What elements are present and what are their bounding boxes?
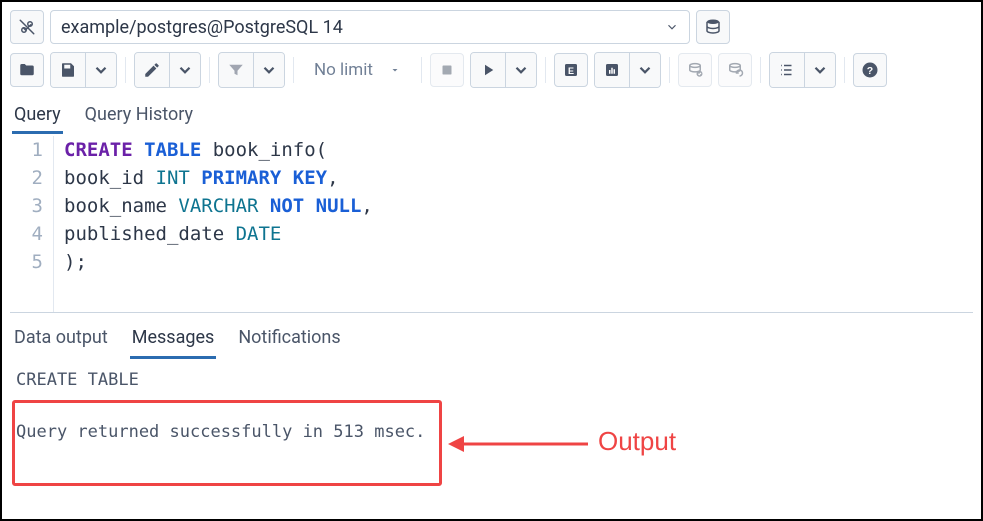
svg-text:E: E bbox=[568, 66, 574, 76]
disconnect-icon[interactable] bbox=[10, 10, 44, 44]
macro-dropdown[interactable] bbox=[804, 53, 835, 87]
run-button[interactable] bbox=[471, 53, 505, 87]
annotation-label: Output bbox=[598, 426, 676, 457]
tab-query[interactable]: Query bbox=[12, 98, 63, 134]
tab-data-output[interactable]: Data output bbox=[12, 323, 110, 359]
edit-group bbox=[134, 52, 201, 88]
save-group bbox=[50, 52, 117, 88]
connection-bar: example/postgres@PostgreSQL 14 bbox=[10, 10, 973, 44]
run-group bbox=[470, 52, 537, 88]
edit-dropdown[interactable] bbox=[169, 53, 200, 87]
analyze-dropdown[interactable] bbox=[629, 53, 660, 87]
output-tabs: Data output Messages Notifications bbox=[10, 312, 973, 359]
tab-messages[interactable]: Messages bbox=[130, 323, 217, 359]
messages-output: CREATE TABLE Query returned successfully… bbox=[10, 359, 973, 453]
line-gutter: 1 2 3 4 5 bbox=[10, 136, 54, 312]
explain-button[interactable]: E bbox=[554, 53, 588, 87]
limit-label: No limit bbox=[314, 60, 373, 80]
code-area[interactable]: CREATE TABLE book_info(book_id INT PRIMA… bbox=[54, 136, 373, 312]
toolbar: No limit E bbox=[10, 52, 973, 88]
stop-button[interactable] bbox=[430, 53, 464, 87]
tab-query-history[interactable]: Query History bbox=[83, 98, 195, 134]
analyze-group bbox=[594, 52, 661, 88]
limit-select[interactable]: No limit bbox=[302, 53, 413, 87]
analyze-button[interactable] bbox=[595, 53, 629, 87]
tab-notifications[interactable]: Notifications bbox=[236, 323, 342, 359]
save-button[interactable] bbox=[51, 53, 85, 87]
database-icon[interactable] bbox=[696, 10, 730, 44]
run-dropdown[interactable] bbox=[505, 53, 536, 87]
svg-text:?: ? bbox=[867, 65, 873, 77]
help-button[interactable]: ? bbox=[853, 53, 887, 87]
open-file-button[interactable] bbox=[10, 53, 44, 87]
commit-button[interactable] bbox=[678, 53, 712, 87]
filter-group bbox=[218, 52, 285, 88]
macro-button[interactable] bbox=[770, 53, 804, 87]
sql-editor[interactable]: 1 2 3 4 5 CREATE TABLE book_info(book_id… bbox=[10, 136, 973, 312]
edit-button[interactable] bbox=[135, 53, 169, 87]
connection-select[interactable]: example/postgres@PostgreSQL 14 bbox=[50, 10, 690, 44]
caret-down-icon bbox=[389, 64, 401, 76]
chevron-down-icon bbox=[665, 20, 679, 34]
connection-label: example/postgres@PostgreSQL 14 bbox=[61, 17, 343, 38]
editor-tabs: Query Query History bbox=[10, 94, 973, 134]
filter-dropdown[interactable] bbox=[253, 53, 284, 87]
filter-button[interactable] bbox=[219, 53, 253, 87]
macro-group bbox=[769, 52, 836, 88]
rollback-button[interactable] bbox=[718, 53, 752, 87]
save-dropdown[interactable] bbox=[85, 53, 116, 87]
